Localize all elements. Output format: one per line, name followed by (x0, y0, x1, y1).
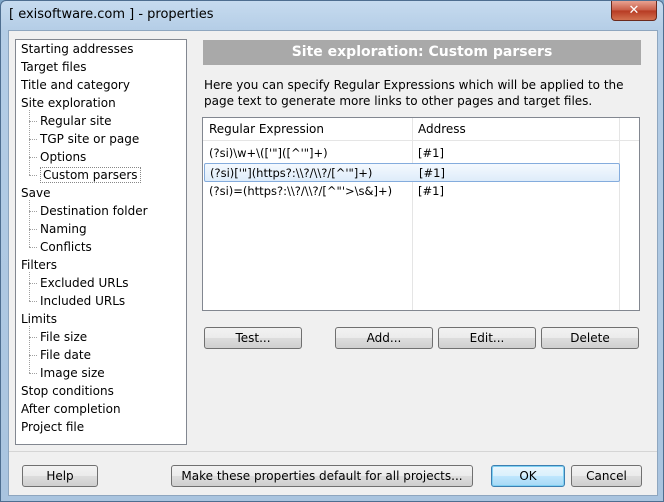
tree-connector (29, 157, 37, 158)
tree-connector (29, 211, 37, 212)
panel-description: Here you can specify Regular Expressions… (204, 78, 624, 108)
tree-item-label: File date (40, 348, 91, 362)
tree-connector (29, 272, 30, 301)
delete-button[interactable]: Delete (541, 327, 639, 349)
tree-item-label: Save (21, 186, 51, 200)
tree-connector (29, 355, 37, 356)
tree-item-file-date[interactable]: File date (40, 346, 91, 364)
tree-item-limits[interactable]: Limits (21, 310, 57, 328)
tree-item-label: Starting addresses (21, 42, 134, 56)
tree-item-label: TGP site or page (40, 132, 140, 146)
tree-item-project-file[interactable]: Project file (21, 418, 84, 436)
test-button[interactable]: Test... (204, 327, 302, 349)
cancel-button[interactable]: Cancel (571, 465, 642, 487)
tree-item-excluded-urls[interactable]: Excluded URLs (40, 274, 129, 292)
tree-connector (29, 247, 37, 248)
tree-item-title-and-category[interactable]: Title and category (21, 76, 130, 94)
tree-connector (29, 110, 30, 175)
tree-item-destination-folder[interactable]: Destination folder (40, 202, 148, 220)
tree-item-file-size[interactable]: File size (40, 328, 87, 346)
tree-item-site-exploration[interactable]: Site exploration (21, 94, 116, 112)
column-header-address[interactable]: Address (412, 118, 618, 140)
tree-connector (29, 337, 37, 338)
help-button[interactable]: Help (22, 465, 98, 487)
tree-item-label: Conflicts (40, 240, 92, 254)
column-header-regex[interactable]: Regular Expression (203, 118, 411, 140)
tree-connector (29, 139, 37, 140)
tree-item-included-urls[interactable]: Included URLs (40, 292, 125, 310)
regex-cell: (?si)\w+\(['"]([^'"]+) (209, 146, 328, 160)
tree-item-label: Stop conditions (21, 384, 114, 398)
tree-item-label: Custom parsers (40, 167, 141, 183)
title-bar[interactable]: [ exisoftware.com ] - properties ✕ (1, 1, 663, 31)
dialog-client: Starting addresses Target files Title and … (8, 30, 658, 496)
tree-connector (29, 326, 30, 373)
tree-item-after-completion[interactable]: After completion (21, 400, 121, 418)
tree-item-label: Regular site (40, 114, 112, 128)
tree-item-label: Destination folder (40, 204, 148, 218)
tree-connector (29, 200, 30, 247)
tree-item-label: Limits (21, 312, 57, 326)
tree-item-label: Project file (21, 420, 85, 434)
regex-cell: (?si)['"](https?:\\?/\\?/[^'"]+) (210, 166, 373, 180)
tree-connector (29, 373, 37, 374)
tree-item-label: File size (40, 330, 88, 344)
address-cell: [#1] (418, 184, 444, 198)
parsers-list[interactable]: Regular Expression Address (?si)\w+\(['"… (202, 117, 640, 311)
tree-connector (29, 229, 37, 230)
tree-item-stop-conditions[interactable]: Stop conditions (21, 382, 114, 400)
tree-connector (29, 175, 37, 176)
tree-item-custom-parsers[interactable]: Custom parsers (40, 166, 141, 184)
tree-item-starting-addresses[interactable]: Starting addresses (21, 40, 133, 58)
edit-button[interactable]: Edit... (438, 327, 536, 349)
tree-item-options[interactable]: Options (40, 148, 86, 166)
tree-item-label: Excluded URLs (40, 276, 129, 290)
list-header: Regular Expression Address (203, 118, 639, 310)
tree-item-conflicts[interactable]: Conflicts (40, 238, 92, 256)
table-row[interactable]: (?si)=(https?:\\?/\\?/[^"'>\s&]+) [#1] (203, 182, 639, 201)
tree-item-label: Included URLs (40, 294, 126, 308)
window-title: [ exisoftware.com ] - properties (9, 7, 214, 22)
tree-item-label: Title and category (21, 78, 130, 92)
close-icon: ✕ (628, 3, 640, 18)
properties-window: [ exisoftware.com ] - properties ✕ Start… (0, 0, 664, 502)
address-cell: [#1] (418, 146, 444, 160)
table-row[interactable]: (?si)\w+\(['"]([^'"]+) [#1] (203, 144, 639, 163)
tree-item-label: After completion (21, 402, 121, 416)
ok-button[interactable]: OK (491, 465, 565, 487)
close-button[interactable]: ✕ (611, 1, 657, 21)
add-button[interactable]: Add... (335, 327, 433, 349)
tree-item-filters[interactable]: Filters (21, 256, 57, 274)
tree-item-naming[interactable]: Naming (40, 220, 87, 238)
tree-item-regular-site[interactable]: Regular site (40, 112, 112, 130)
tree-connector (29, 283, 37, 284)
tree-item-target-files[interactable]: Target files (21, 58, 86, 76)
address-cell: [#1] (419, 166, 445, 180)
tree-item-label: Site exploration (21, 96, 116, 110)
tree-item-tgp-site-or-page[interactable]: TGP site or page (40, 130, 139, 148)
settings-tree[interactable]: Starting addresses Target files Title and … (15, 39, 187, 445)
table-row-selected[interactable]: (?si)['"](https?:\\?/\\?/[^'"]+) [#1] (204, 163, 620, 182)
tree-item-label: Filters (21, 258, 57, 272)
tree-item-label: Target files (21, 60, 87, 74)
footer-divider (9, 451, 657, 452)
panel-header: Site exploration: Custom parsers (203, 40, 641, 65)
tree-item-save[interactable]: Save (21, 184, 50, 202)
tree-item-label: Options (40, 150, 87, 164)
tree-item-label: Naming (40, 222, 87, 236)
tree-item-image-size[interactable]: Image size (40, 364, 105, 382)
tree-connector (29, 301, 37, 302)
tree-connector (29, 121, 37, 122)
make-default-button[interactable]: Make these properties default for all pr… (171, 465, 473, 487)
regex-cell: (?si)=(https?:\\?/\\?/[^"'>\s&]+) (209, 184, 393, 198)
tree-item-label: Image size (40, 366, 105, 380)
